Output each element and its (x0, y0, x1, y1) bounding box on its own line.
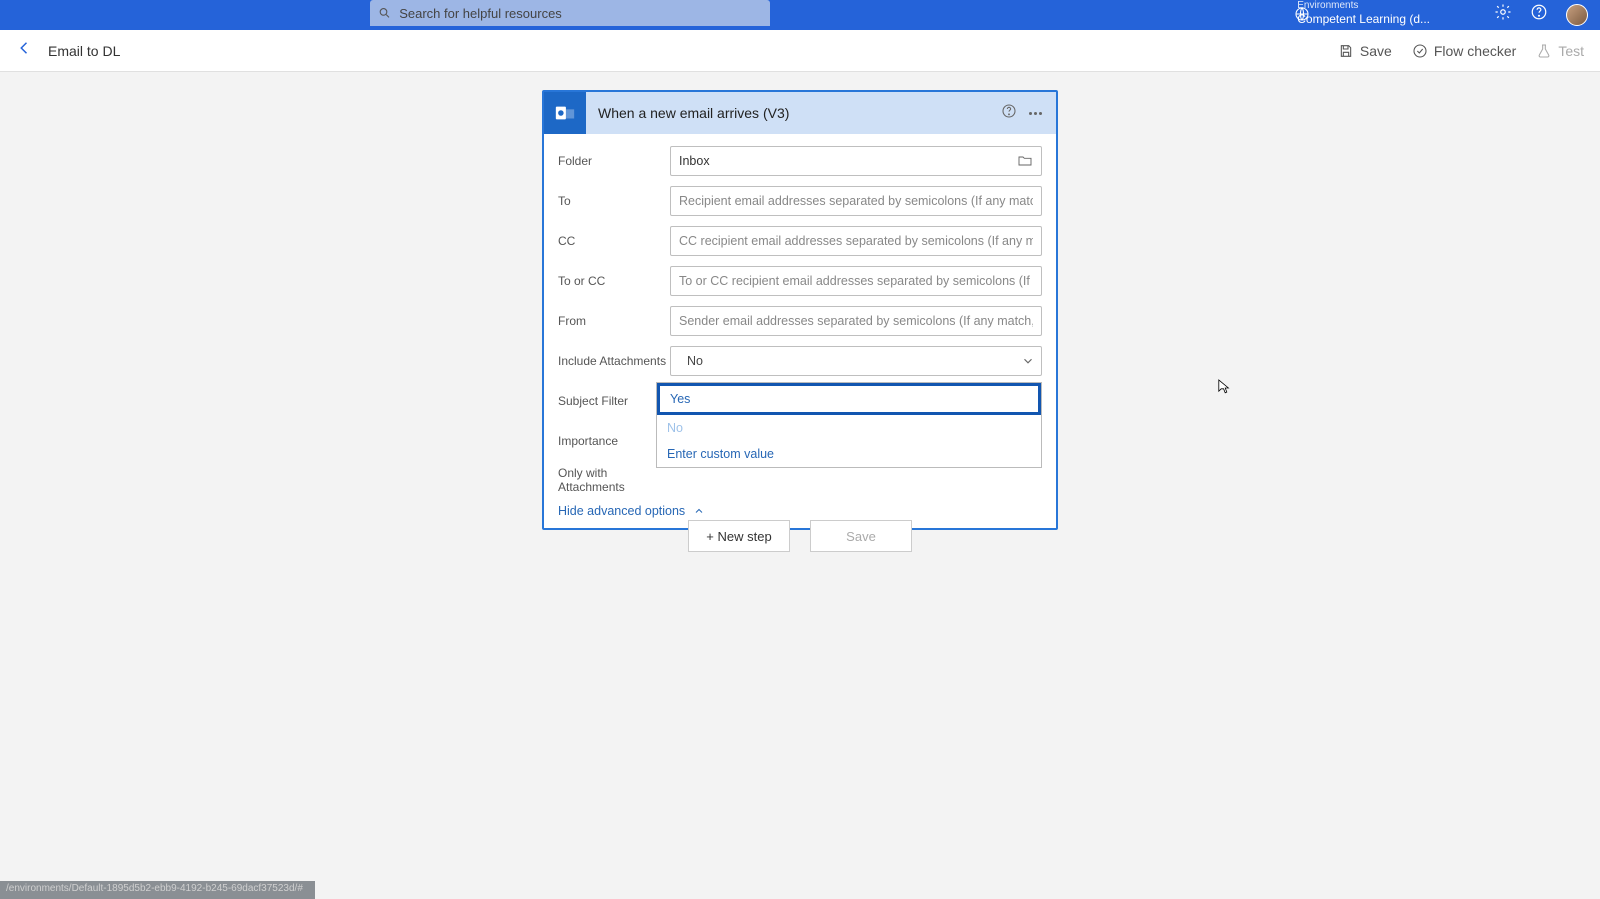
card-menu-icon[interactable] (1025, 108, 1046, 119)
to-label: To (558, 186, 670, 208)
save-button[interactable]: Save (1338, 43, 1392, 59)
top-icons (1494, 3, 1588, 26)
environment-name: Competent Learning (d... (1297, 12, 1430, 26)
save-flow-button[interactable]: Save (810, 520, 912, 552)
search-wrap[interactable] (370, 0, 770, 26)
outlook-icon (544, 92, 586, 134)
dropdown-option-yes[interactable]: Yes (657, 383, 1041, 415)
dropdown-option-custom[interactable]: Enter custom value (657, 441, 1041, 467)
toolbar: Email to DL Save Flow checker Test (0, 30, 1600, 72)
from-input[interactable] (670, 306, 1042, 336)
top-bar: Environments Competent Learning (d... (0, 0, 1600, 30)
chevron-up-icon (693, 505, 705, 517)
cursor-icon (1214, 378, 1230, 398)
card-body: Folder Inbox To CC To or CC (544, 134, 1056, 528)
card-title: When a new email arrives (V3) (598, 105, 993, 121)
include-attachments-value: No (679, 354, 703, 368)
cc-label: CC (558, 226, 670, 248)
hide-advanced-options[interactable]: Hide advanced options (558, 504, 1042, 518)
settings-icon[interactable] (1494, 3, 1512, 26)
folder-picker-icon[interactable] (1017, 153, 1033, 169)
flow-title: Email to DL (48, 43, 120, 59)
only-with-attachments-label: Only with Attachments (558, 458, 670, 494)
status-bar: /environments/Default-1895d5b2-ebb9-4192… (0, 881, 315, 899)
hide-advanced-label: Hide advanced options (558, 504, 685, 518)
importance-label: Importance (558, 426, 670, 448)
search-input[interactable] (399, 6, 762, 21)
to-input[interactable] (670, 186, 1042, 216)
folder-input[interactable]: Inbox (670, 146, 1042, 176)
include-attachments-dropdown: Yes No Enter custom value (656, 382, 1042, 468)
dropdown-option-no[interactable]: No (657, 415, 1041, 441)
save-label: Save (1360, 43, 1392, 59)
flow-checker-button[interactable]: Flow checker (1412, 43, 1516, 59)
search-icon (378, 6, 391, 20)
include-attachments-select[interactable]: No (670, 346, 1042, 376)
include-attachments-label: Include Attachments (558, 346, 670, 368)
card-header[interactable]: When a new email arrives (V3) (544, 92, 1056, 134)
chevron-down-icon (1021, 354, 1035, 368)
canvas: When a new email arrives (V3) Folder Inb… (0, 72, 1600, 899)
test-button[interactable]: Test (1536, 43, 1584, 59)
from-label: From (558, 306, 670, 328)
to-or-cc-input[interactable] (670, 266, 1042, 296)
folder-value: Inbox (679, 154, 710, 168)
card-help-icon[interactable] (1001, 103, 1017, 124)
help-icon[interactable] (1530, 3, 1548, 26)
subject-filter-label: Subject Filter (558, 386, 670, 408)
environment-block[interactable]: Environments Competent Learning (d... (1297, 0, 1430, 26)
bottom-buttons: + New step Save (688, 520, 912, 552)
folder-label: Folder (558, 146, 670, 168)
flow-checker-label: Flow checker (1434, 43, 1516, 59)
trigger-card: When a new email arrives (V3) Folder Inb… (542, 90, 1058, 530)
back-button[interactable] (16, 39, 34, 62)
avatar[interactable] (1566, 4, 1588, 26)
test-label: Test (1558, 43, 1584, 59)
to-or-cc-label: To or CC (558, 266, 670, 288)
new-step-button[interactable]: + New step (688, 520, 790, 552)
environment-label: Environments (1297, 0, 1430, 12)
cc-input[interactable] (670, 226, 1042, 256)
